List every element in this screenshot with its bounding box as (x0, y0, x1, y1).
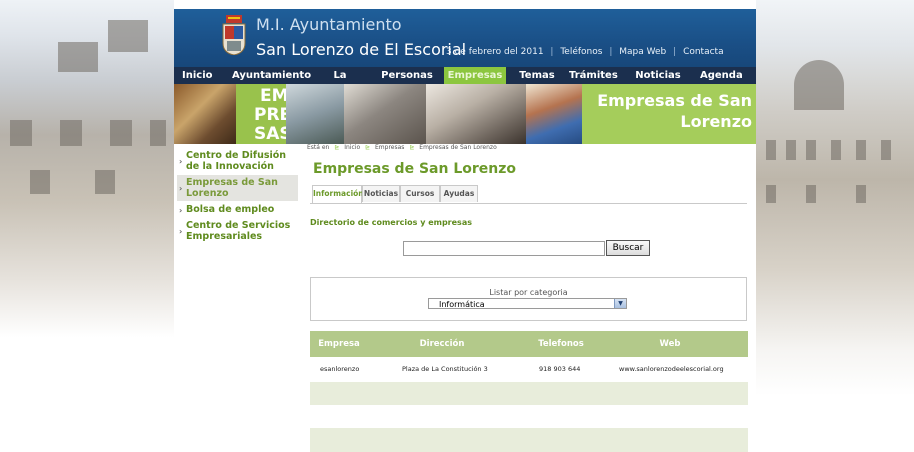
breadcrumb: Está en ⊵ Inicio ⊵ Empresas ⊵ Empresas d… (307, 144, 497, 151)
breadcrumb-arrow-icon: ⊵ (365, 144, 371, 151)
category-filter-box: Listar por categoria Informática ▼ (310, 277, 747, 321)
chevron-right-icon: › (179, 227, 183, 236)
sidebar-item-label: Centro de Servicios Empresariales (186, 220, 291, 242)
column-header-direccion: Dirección (419, 339, 465, 349)
breadcrumb-arrow-icon: ⊵ (334, 144, 340, 151)
separator: | (609, 47, 613, 57)
page-title: Empresas de San Lorenzo (313, 161, 516, 177)
background-building-left (0, 0, 174, 450)
nav-item-personas[interactable]: Personas (381, 67, 433, 84)
category-selected-value: Informática (439, 300, 485, 309)
header-date: 3 de febrero del 2011 (446, 47, 544, 57)
category-label: Listar por categoria (489, 288, 568, 297)
chevron-right-icon: › (179, 205, 183, 215)
breadcrumb-current: Empresas de San Lorenzo (419, 144, 497, 151)
column-header-web: Web (659, 339, 681, 349)
site-title-line1[interactable]: M.I. Ayuntamiento (256, 15, 402, 34)
table-header: Empresa Dirección Telefonos Web (310, 331, 748, 357)
header-links: 3 de febrero del 2011 | Teléfonos | Mapa… (444, 47, 726, 57)
table-row (310, 428, 748, 452)
sidebar-item-label: Centro de Difusión de la Innovación (186, 150, 287, 172)
nav-item-inicio[interactable]: Inicio (182, 67, 213, 84)
nav-item-noticias[interactable]: Noticias (634, 67, 682, 84)
chevron-right-icon: › (179, 184, 183, 193)
tab-noticias[interactable]: Noticias (362, 185, 400, 202)
site-header: M.I. Ayuntamiento San Lorenzo de El Esco… (174, 9, 756, 67)
breadcrumb-link-empresas[interactable]: Empresas (375, 144, 404, 151)
sidebar-menu: › Centro de Difusión de la Innovación › … (177, 148, 298, 245)
separator: | (673, 47, 677, 57)
breadcrumb-prefix: Está en (307, 144, 330, 151)
section-banner: EM PRE SAS Empresas de San Lorenzo (174, 84, 756, 144)
breadcrumb-arrow-icon: ⊵ (409, 144, 415, 151)
banner-em-text-1: EM (260, 86, 289, 106)
sidebar-item-bolsa-empleo[interactable]: › Bolsa de empleo (177, 202, 298, 218)
link-telefonos[interactable]: Teléfonos (560, 47, 602, 57)
nav-item-agenda[interactable]: Agenda (700, 67, 743, 84)
category-select[interactable]: Informática ▼ (428, 298, 627, 309)
companies-table: Empresa Dirección Telefonos Web esanlore… (310, 331, 748, 452)
nav-item-temas[interactable]: Temas (517, 67, 557, 84)
directory-heading: Directorio de comercios y empresas (310, 218, 472, 227)
breadcrumb-link-inicio[interactable]: Inicio (344, 144, 360, 151)
tab-informacion[interactable]: Información (312, 185, 364, 203)
background-building-right (756, 0, 914, 450)
nav-item-ayuntamiento[interactable]: Ayuntamiento (232, 67, 311, 84)
table-row: esanlorenzo Plaza de La Constitución 3 9… (310, 357, 748, 382)
banner-photo-classroom (426, 84, 526, 144)
banner-photo-tree (286, 84, 344, 144)
coat-of-arms-icon[interactable] (221, 15, 247, 55)
tab-ayudas[interactable]: Ayudas (440, 185, 478, 202)
column-header-telefonos: Telefonos (538, 339, 584, 349)
cell-web[interactable]: www.sanlorenzodeelescorial.org (619, 357, 724, 377)
nav-item-empresas[interactable]: Empresas (444, 67, 506, 84)
column-header-empresa: Empresa (318, 339, 360, 349)
sidebar-item-label: Bolsa de empleo (186, 204, 275, 215)
content-tabs: Información Noticias Cursos Ayudas (310, 185, 747, 204)
page-container: M.I. Ayuntamiento San Lorenzo de El Esco… (174, 9, 756, 452)
nav-item-la-ciudad[interactable]: La Ciudad (314, 67, 366, 98)
sidebar-item-centro-difusion[interactable]: › Centro de Difusión de la Innovación (177, 148, 298, 175)
search-input[interactable] (403, 241, 605, 256)
table-row (310, 405, 748, 428)
separator: | (550, 47, 554, 57)
tab-cursos[interactable]: Cursos (400, 185, 440, 202)
banner-title: Empresas de San Lorenzo (597, 91, 752, 131)
table-row (310, 382, 748, 405)
banner-photo-warehouse (174, 84, 236, 144)
link-mapa-web[interactable]: Mapa Web (619, 47, 666, 57)
chevron-down-icon[interactable]: ▼ (614, 299, 626, 308)
link-contacta[interactable]: Contacta (683, 47, 724, 57)
nav-item-tramites[interactable]: Trámites (569, 67, 618, 84)
banner-photo-workers (344, 84, 426, 144)
site-title-line2[interactable]: San Lorenzo de El Escorial (256, 40, 466, 59)
main-nav: Inicio Ayuntamiento La Ciudad Personas E… (174, 67, 756, 98)
cell-empresa[interactable]: esanlorenzo (320, 357, 359, 377)
sidebar-item-centro-servicios[interactable]: › Centro de Servicios Empresariales (177, 218, 298, 245)
sidebar-item-empresas-san-lorenzo[interactable]: › Empresas de San Lorenzo (177, 175, 298, 202)
sidebar-item-label: Empresas de San Lorenzo (186, 177, 278, 199)
cell-telefono: 918 903 644 (539, 365, 581, 373)
chevron-right-icon: › (179, 157, 183, 166)
cell-direccion: Plaza de La Constitución 3 (402, 365, 488, 373)
search-button[interactable]: Buscar (606, 240, 650, 256)
